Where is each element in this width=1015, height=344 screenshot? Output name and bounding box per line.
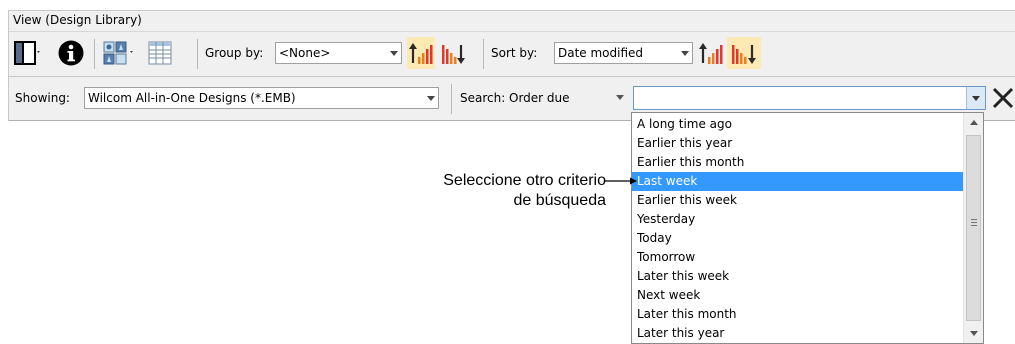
callout-arrow	[604, 177, 637, 185]
dropdown-option[interactable]: Last week	[632, 172, 963, 191]
search-dropdown-button[interactable]	[966, 87, 985, 109]
chevron-down-icon	[616, 95, 624, 100]
panel-title: View (Design Library)	[13, 13, 142, 27]
sort-by-select[interactable]: Date modified	[554, 42, 693, 64]
group-by-select[interactable]: <None>	[275, 42, 402, 64]
dropdown-option[interactable]: Today	[632, 229, 963, 248]
dropdown-option[interactable]: Tomorrow	[632, 248, 963, 267]
chevron-down-icon	[972, 96, 980, 101]
pane-layout-icon	[14, 41, 40, 65]
search-criteria-dropdown: A long time ago Earlier this year Earlier …	[631, 112, 984, 344]
dropdown-option[interactable]: A long time ago	[632, 115, 963, 134]
pane-layout-button[interactable]	[13, 38, 43, 68]
chevron-down-icon	[390, 51, 398, 56]
group-by-label: Group by:	[205, 46, 264, 60]
dropdown-option[interactable]: Earlier this year	[632, 134, 963, 153]
sort-ascending-button[interactable]	[697, 37, 725, 69]
details-view-icon	[148, 41, 172, 65]
scroll-down-icon[interactable]	[970, 331, 978, 336]
info-button[interactable]	[57, 39, 87, 69]
showing-label: Showing:	[15, 91, 70, 105]
view-toolbar: Group by: <None> Sort by: Date modified	[9, 31, 1015, 77]
callout-line-1: Seleccione otro criterio	[443, 172, 606, 189]
dropdown-option[interactable]: Next week	[632, 286, 963, 305]
dropdown-option[interactable]: Earlier this week	[632, 191, 963, 210]
sort-descending-icon	[442, 45, 465, 64]
group-by-value: <None>	[279, 46, 331, 60]
callout-line-2: de búsqueda	[513, 192, 606, 209]
callout-text: Seleccione otro criterio de búsqueda	[370, 171, 606, 211]
sort-by-value: Date modified	[558, 46, 644, 60]
sort-descending-icon	[732, 45, 756, 64]
dropdown-scrollbar[interactable]	[963, 113, 983, 343]
toolbar-separator	[197, 39, 198, 69]
sort-by-label: Sort by:	[491, 46, 538, 60]
dropdown-option[interactable]: Later this week	[632, 267, 963, 286]
sort-descending-button[interactable]	[727, 37, 761, 69]
sort-ascending-icon	[409, 43, 433, 64]
search-criteria-select[interactable]: Order due	[507, 87, 628, 109]
dropdown-option[interactable]: Yesterday	[632, 210, 963, 229]
sort-ascending-icon	[699, 43, 723, 64]
chevron-down-icon	[681, 51, 689, 56]
showing-select[interactable]: Wilcom All-in-One Designs (*.EMB)	[84, 87, 439, 109]
design-library-view-panel: View (Design Library) Group by: <None> S…	[8, 10, 1015, 121]
search-criteria-value: Order due	[509, 91, 570, 105]
dropdown-option[interactable]: Earlier this month	[632, 153, 963, 172]
group-descending-button[interactable]	[439, 37, 467, 69]
details-view-button[interactable]	[146, 38, 176, 68]
toolbar-separator	[451, 84, 452, 114]
scroll-up-icon[interactable]	[970, 120, 978, 125]
search-input[interactable]	[633, 86, 986, 110]
chevron-down-icon	[427, 96, 435, 101]
scrollbar-thumb[interactable]	[966, 135, 981, 321]
toolbar-separator	[94, 39, 95, 69]
close-icon	[992, 87, 1014, 109]
showing-value: Wilcom All-in-One Designs (*.EMB)	[88, 91, 296, 105]
group-ascending-button[interactable]	[407, 37, 435, 69]
dropdown-list: A long time ago Earlier this year Earlier …	[632, 115, 963, 343]
thumbnail-view-icon	[103, 41, 133, 65]
info-icon	[58, 40, 84, 66]
thumbnail-view-button[interactable]	[102, 38, 138, 68]
toolbar-separator	[483, 39, 484, 69]
clear-search-button[interactable]	[991, 86, 1015, 110]
search-label: Search:	[460, 91, 506, 105]
dropdown-option[interactable]: Later this month	[632, 305, 963, 324]
dropdown-option[interactable]: Later this year	[632, 324, 963, 343]
